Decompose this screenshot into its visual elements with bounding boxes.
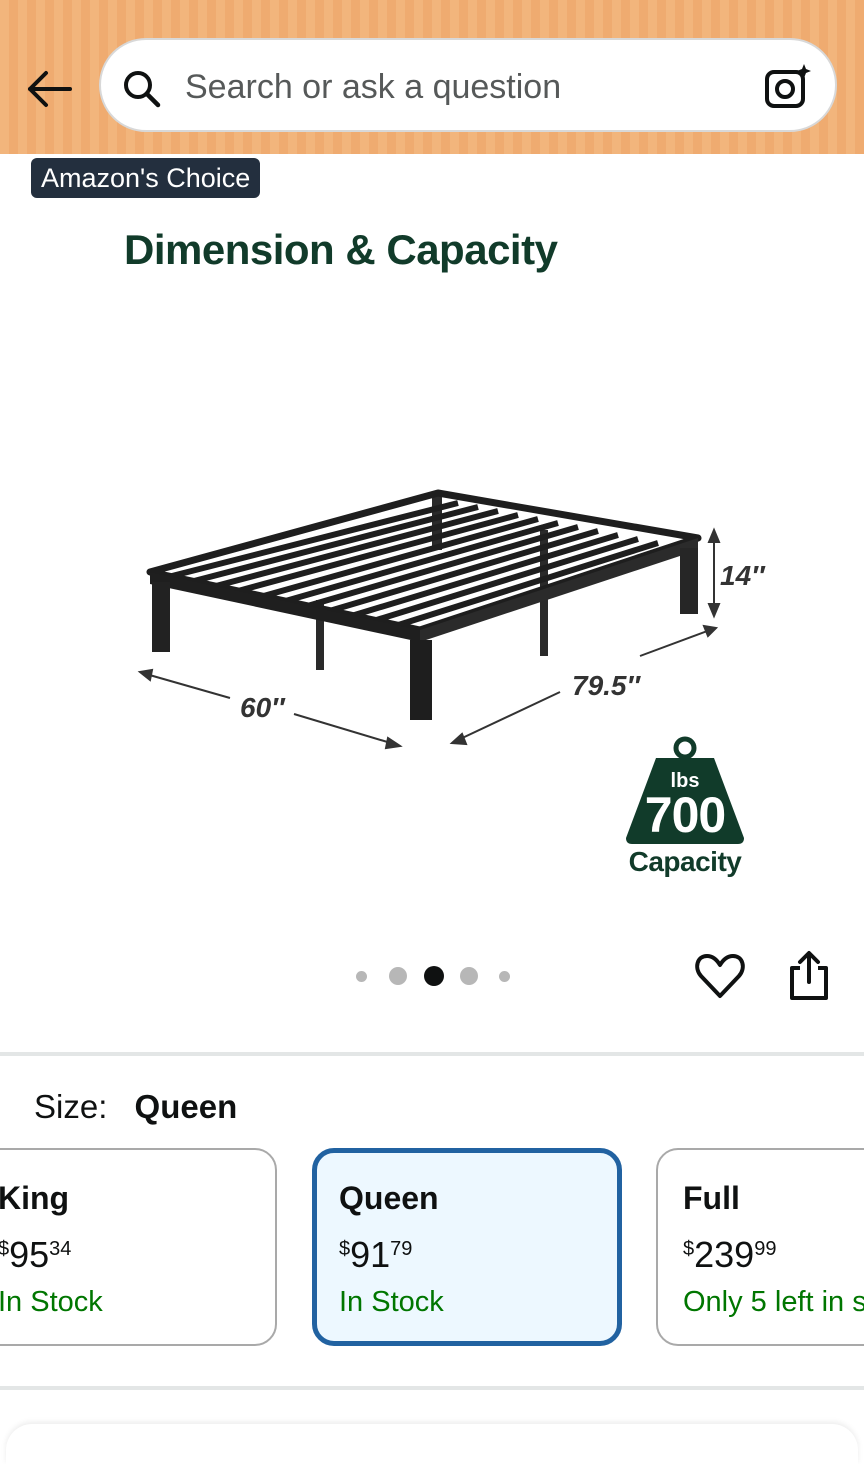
camera-search-icon[interactable]: [763, 62, 813, 112]
search-placeholder: Search or ask a question: [185, 68, 562, 106]
size-option-price: $23999: [683, 1234, 777, 1275]
top-search-bar: Search or ask a question: [0, 0, 864, 154]
carousel-dot[interactable]: [460, 967, 478, 985]
carousel-dot-active[interactable]: [424, 966, 444, 986]
size-option-queen[interactable]: Queen $9179 In Stock: [312, 1148, 622, 1346]
size-option-name: King: [0, 1180, 70, 1216]
size-selected-value: Queen: [134, 1088, 238, 1125]
share-button[interactable]: [784, 948, 834, 1002]
add-to-list-button[interactable]: [694, 950, 746, 1002]
carousel-dot[interactable]: [389, 967, 407, 985]
capacity-label: Capacity: [628, 846, 742, 877]
width-dimension-label: 60″: [240, 692, 285, 723]
size-option-name: Queen: [339, 1180, 439, 1216]
height-dimension-label: 14″: [720, 560, 765, 591]
back-button[interactable]: [22, 62, 76, 116]
search-input[interactable]: Search or ask a question: [99, 38, 837, 132]
size-option-full[interactable]: Full $23999 Only 5 left in stock: [656, 1148, 864, 1346]
image-headline: Dimension & Capacity: [124, 226, 558, 273]
section-divider: [0, 1386, 864, 1390]
size-option-price: $9534: [0, 1234, 72, 1275]
size-option-stock: Only 5 left in stock: [683, 1286, 864, 1318]
size-option-stock: In Stock: [339, 1286, 444, 1318]
size-option-king[interactable]: King $9534 In Stock: [0, 1148, 277, 1346]
carousel-dot[interactable]: [499, 971, 510, 982]
size-option-name: Full: [683, 1180, 740, 1216]
search-icon: [124, 71, 161, 108]
size-option-price: $9179: [339, 1234, 413, 1275]
size-option-stock: In Stock: [0, 1286, 103, 1318]
size-selection-label: Size: Queen: [34, 1088, 237, 1126]
arrow-left-icon: [28, 71, 72, 107]
carousel-dot[interactable]: [356, 971, 367, 982]
image-carousel-dots: [350, 960, 520, 992]
heart-icon: [695, 954, 745, 998]
section-divider: [0, 1052, 864, 1056]
bottom-panel: [6, 1424, 858, 1464]
length-dimension-label: 79.5″: [572, 670, 640, 701]
capacity-value: 700: [644, 787, 726, 843]
share-icon: [790, 951, 828, 1000]
size-label: Size:: [34, 1088, 108, 1125]
amazons-choice-badge: Amazon's Choice: [31, 158, 261, 198]
